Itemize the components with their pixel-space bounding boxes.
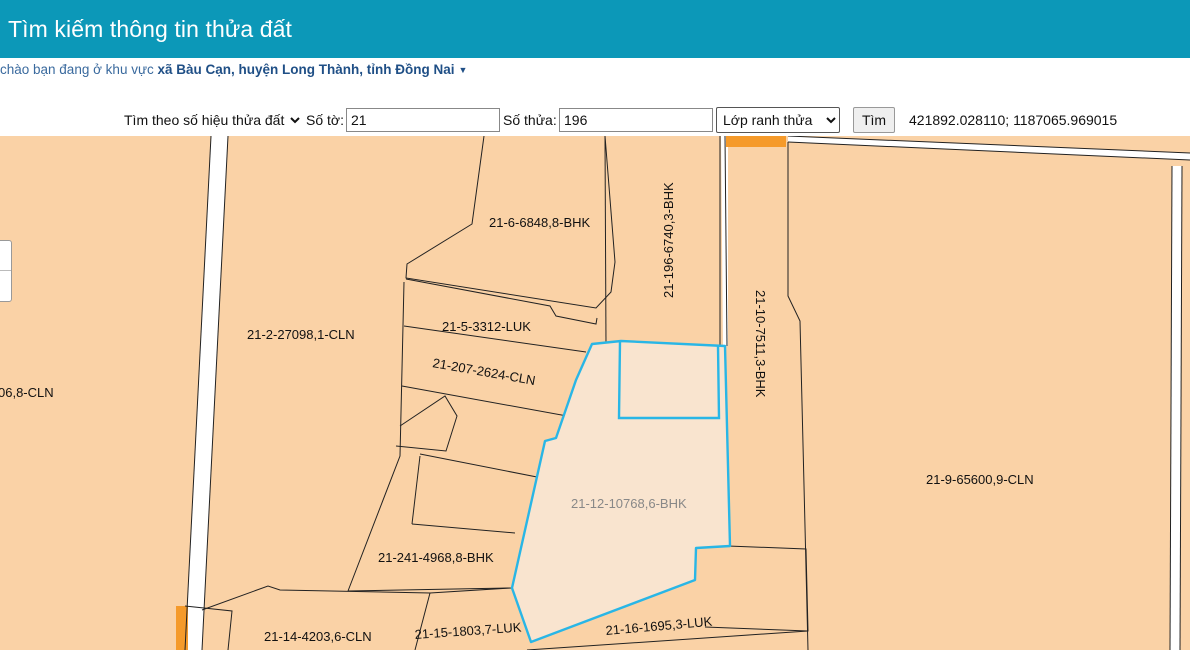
selected-parcel-label[interactable]: 21-12-10768,6-BHK bbox=[571, 496, 687, 511]
app-header: Tìm kiếm thông tin thửa đất bbox=[0, 0, 1190, 58]
parcel-label[interactable]: 21-241-4968,8-BHK bbox=[378, 550, 494, 565]
coordinate-readout: 421892.028110; 1187065.969015 bbox=[909, 112, 1118, 128]
parcel-label[interactable]: 21-9-65600,9-CLN bbox=[926, 472, 1034, 487]
parcel-label[interactable]: 21-14-4203,6-CLN bbox=[264, 629, 372, 644]
parcel-number-input[interactable] bbox=[559, 108, 713, 132]
orange-parcel-north bbox=[726, 136, 786, 147]
search-button[interactable]: Tìm bbox=[853, 107, 895, 133]
parcel-label[interactable]: 21-196-6740,3-BHK bbox=[661, 182, 676, 298]
search-toolbar: Tìm theo số hiệu thửa đất Số tờ: Số thửa… bbox=[0, 104, 1190, 136]
parcel-label[interactable]: 06,8-CLN bbox=[0, 385, 54, 400]
sheet-number-label: Số tờ: bbox=[306, 112, 344, 128]
page-title: Tìm kiếm thông tin thửa đất bbox=[8, 15, 293, 42]
parcel-label[interactable]: 21-10-7511,3-BHK bbox=[753, 290, 768, 398]
zoom-control[interactable] bbox=[0, 240, 12, 302]
map-view[interactable]: 21-6-6848,8-BHK 21-196-6740,3-BHK 21-10-… bbox=[0, 136, 1190, 650]
sheet-number-input[interactable] bbox=[346, 108, 500, 132]
cadastral-map[interactable]: 21-6-6848,8-BHK 21-196-6740,3-BHK 21-10-… bbox=[0, 136, 1190, 650]
search-mode-select[interactable]: Tìm theo số hiệu thửa đất bbox=[118, 108, 303, 132]
caret-down-icon[interactable]: ▼ bbox=[459, 65, 468, 75]
region-greeting: chào bạn đang ở khu vực xã Bàu Cạn, huyệ… bbox=[0, 60, 467, 80]
parcel-label[interactable]: 21-2-27098,1-CLN bbox=[247, 327, 355, 342]
greeting-text: chào bạn đang ở khu vực bbox=[0, 62, 158, 77]
parcel-number-label: Số thửa: bbox=[503, 112, 557, 128]
parcel-label[interactable]: 21-5-3312-LUK bbox=[442, 319, 531, 334]
region-selector[interactable]: xã Bàu Cạn, huyện Long Thành, tỉnh Đồng … bbox=[158, 62, 455, 77]
layer-select[interactable]: Lớp ranh thửa bbox=[716, 107, 840, 133]
zoom-divider bbox=[0, 270, 11, 271]
parcel-label[interactable]: 21-6-6848,8-BHK bbox=[489, 215, 590, 230]
